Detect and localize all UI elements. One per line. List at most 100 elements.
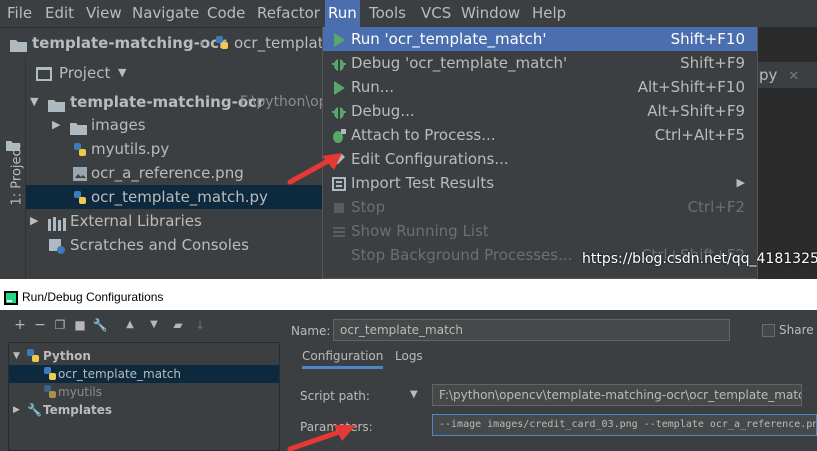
dialog-title: Run/Debug Configurations	[22, 290, 164, 304]
chevron-down-icon[interactable]: ▼	[410, 389, 418, 400]
project-view-icon	[36, 66, 52, 81]
menu-file[interactable]: File	[4, 0, 35, 27]
add-icon[interactable]: +	[12, 317, 28, 333]
menu-code[interactable]: Code	[204, 0, 248, 27]
python-file-icon	[214, 35, 230, 51]
library-icon	[48, 214, 66, 231]
project-panel-title[interactable]: Project	[59, 58, 110, 88]
tree-row-scratches[interactable]: Scratches and Consoles	[26, 233, 326, 257]
tree-row-images[interactable]: ▶ images	[26, 113, 326, 137]
name-label: Name:	[291, 324, 331, 338]
menu-item-run[interactable]: Run... Alt+Shift+F10	[323, 75, 757, 99]
menu-tools[interactable]: Tools	[366, 0, 409, 27]
tree-label-template-match: ocr_template_match.py	[91, 188, 268, 206]
tree-row-myutils[interactable]: myutils.py	[26, 137, 326, 161]
editor-tab-label: py	[759, 66, 778, 84]
copy-icon[interactable]: ❐	[52, 317, 68, 333]
chevron-right-icon[interactable]: ▶	[30, 209, 38, 233]
menu-window[interactable]: Window	[458, 0, 523, 27]
chevron-down-icon[interactable]: ▼	[30, 90, 38, 114]
debug-icon	[331, 103, 347, 119]
parameters-input[interactable]: --image images/credit_card_03.png --temp…	[432, 414, 817, 436]
cfg-label-myutils: myutils	[58, 385, 103, 399]
cfg-label-python: Python	[43, 349, 91, 363]
tree-row-reference-png[interactable]: ocr_a_reference.png	[26, 161, 326, 185]
menu-item-attach[interactable]: Attach to Process... Ctrl+Alt+F5	[323, 123, 757, 147]
menu-run[interactable]: Run	[325, 0, 360, 27]
menu-refactor[interactable]: Refactor	[254, 0, 323, 27]
share-label: Share	[779, 323, 814, 337]
breadcrumb-separator: ›	[199, 34, 205, 52]
close-icon[interactable]: ✕	[788, 69, 799, 84]
editor-tab[interactable]: py ✕	[757, 62, 817, 88]
menu-item-run-config[interactable]: Run 'ocr_template_match' Shift+F10	[323, 27, 757, 51]
menu-item-edit-configurations[interactable]: Edit Configurations...	[323, 147, 757, 171]
image-file-icon	[72, 165, 88, 181]
remove-icon[interactable]: −	[32, 317, 48, 333]
menu-view[interactable]: View	[83, 0, 125, 27]
cfg-row-python[interactable]: ▼ Python	[9, 347, 279, 365]
menu-bar: File Edit View Navigate Code Refactor Ru…	[0, 0, 817, 27]
tree-label-external-libraries: External Libraries	[70, 212, 202, 230]
move-up-icon[interactable]: ▲	[122, 317, 138, 333]
cfg-row-templates[interactable]: ▶ 🔧 Templates	[9, 401, 279, 419]
side-tool-strip: 1: Project	[0, 58, 26, 279]
menu-item-debug-config[interactable]: Debug 'ocr_template_match' Shift+F9	[323, 51, 757, 75]
menu-navigate[interactable]: Navigate	[129, 0, 202, 27]
tree-row-root[interactable]: ▼ template-matching-ocr F:\python\op	[26, 90, 328, 114]
list-icon	[331, 223, 347, 239]
parameters-value: --image images/credit_card_03.png --temp…	[439, 419, 817, 430]
config-toolbar: + − ❐ ■ 🔧 ▲ ▼ ▰ ↓	[0, 310, 285, 342]
name-input[interactable]: ocr_template_match	[333, 319, 730, 341]
red-arrow-icon	[287, 153, 342, 185]
python-config-icon	[43, 367, 57, 381]
tree-row-external-libraries[interactable]: ▶ External Libraries	[26, 209, 326, 233]
breadcrumb-project[interactable]: template-matching-ocr	[32, 28, 226, 58]
chevron-down-icon[interactable]: ▼	[13, 347, 20, 365]
folder-icon	[48, 95, 65, 112]
menu-edit[interactable]: Edit	[42, 0, 77, 27]
script-path-value: F:\python\opencv\template-matching-ocr\o…	[439, 388, 802, 402]
wrench-icon[interactable]: 🔧	[92, 317, 108, 333]
save-icon[interactable]: ■	[72, 317, 88, 333]
tree-root-path: F:\python\op	[240, 94, 328, 110]
script-path-input[interactable]: F:\python\opencv\template-matching-ocr\o…	[432, 384, 802, 406]
folder-icon	[6, 136, 20, 151]
ide-window: File Edit View Navigate Code Refactor Ru…	[0, 0, 817, 279]
folder-icon	[10, 37, 27, 52]
tree-label-scratches: Scratches and Consoles	[70, 236, 249, 254]
project-tree: ▼ template-matching-ocr F:\python\op ▶ i…	[26, 88, 328, 279]
python-file-icon	[72, 189, 88, 205]
script-path-label: Script path:	[300, 389, 370, 403]
cfg-row-ocr-template-match[interactable]: ocr_template_match	[9, 365, 279, 383]
run-icon	[331, 79, 347, 95]
tab-configuration[interactable]: Configuration	[302, 343, 384, 369]
menu-item-import-test-results[interactable]: Import Test Results ▶	[323, 171, 757, 195]
tree-label-reference-png: ocr_a_reference.png	[91, 164, 244, 182]
name-input-value: ocr_template_match	[340, 323, 463, 337]
run-menu-dropdown: Run 'ocr_template_match' Shift+F10 Debug…	[322, 27, 758, 279]
folder-icon[interactable]: ▰	[170, 317, 186, 333]
sort-icon[interactable]: ↓	[192, 317, 208, 333]
tab-logs[interactable]: Logs	[395, 343, 423, 369]
wrench-icon: 🔧	[27, 403, 42, 417]
menu-item-debug[interactable]: Debug... Alt+Shift+F9	[323, 99, 757, 123]
menu-item-show-running-list[interactable]: Show Running List	[323, 219, 757, 243]
chevron-right-icon[interactable]: ▶	[52, 113, 60, 137]
cfg-row-myutils[interactable]: myutils	[9, 383, 279, 401]
dialog-titlebar: Run/Debug Configurations	[0, 285, 817, 310]
move-down-icon[interactable]: ▼	[146, 317, 162, 333]
tree-root-label: template-matching-ocr	[70, 93, 265, 111]
share-checkbox[interactable]	[762, 324, 775, 337]
cfg-label-templates: Templates	[43, 403, 113, 417]
menu-help[interactable]: Help	[529, 0, 569, 27]
python-config-icon	[43, 385, 57, 399]
chevron-down-icon[interactable]: ▼	[118, 58, 126, 88]
run-debug-dialog: Run/Debug Configurations + − ❐ ■ 🔧 ▲ ▼ ▰…	[0, 285, 817, 451]
breadcrumb-file[interactable]: ocr_template	[234, 28, 333, 58]
tree-row-template-match[interactable]: ocr_template_match.py	[26, 185, 326, 209]
pycharm-icon	[4, 290, 18, 305]
menu-vcs[interactable]: VCS	[418, 0, 454, 27]
menu-item-stop[interactable]: Stop Ctrl+F2	[323, 195, 757, 219]
chevron-right-icon[interactable]: ▶	[13, 401, 20, 419]
